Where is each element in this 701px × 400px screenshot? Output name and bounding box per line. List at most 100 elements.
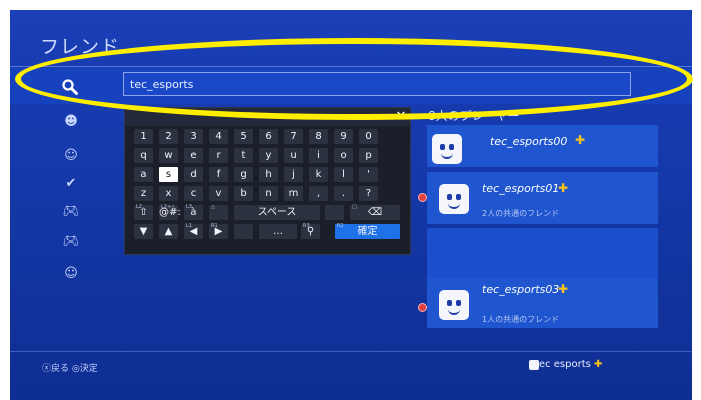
key-2[interactable]: 2 xyxy=(159,129,178,144)
key-1[interactable]: 1 xyxy=(134,129,153,144)
key-n[interactable]: n xyxy=(259,186,278,201)
key-a[interactable]: a xyxy=(134,167,153,182)
key-j[interactable]: j xyxy=(284,167,303,182)
down-key[interactable]: ▼ xyxy=(134,224,153,239)
up-key[interactable]: ▲ xyxy=(159,224,178,239)
friends-icon[interactable]: ☻ xyxy=(62,114,80,130)
blank-key[interactable] xyxy=(325,205,344,220)
ps-plus-icon: ✚ xyxy=(558,181,569,195)
gamepad-icon[interactable]: 🎮︎ xyxy=(62,204,80,220)
key-t[interactable]: t xyxy=(234,148,253,163)
key-4[interactable]: 4 xyxy=(209,129,228,144)
key-apostrophe[interactable]: ' xyxy=(359,167,378,182)
key-c[interactable]: c xyxy=(184,186,203,201)
key-hint-label: △ xyxy=(211,204,215,210)
key-hint-label: L2+△ xyxy=(161,204,176,210)
player-card[interactable]: tec_esports01 ✚ 2人の共通のフレンド xyxy=(427,172,658,224)
remove-icon[interactable] xyxy=(418,193,427,202)
player-name: tec_esports03 xyxy=(482,283,560,296)
key-7[interactable]: 7 xyxy=(284,129,303,144)
key-hint-label: R1 xyxy=(211,223,218,229)
remove-icon[interactable] xyxy=(418,303,427,312)
key-h[interactable]: h xyxy=(259,167,278,182)
key-i[interactable]: i xyxy=(309,148,328,163)
key-hint-label: L2 xyxy=(136,204,142,210)
add-friend-icon[interactable]: ☺ xyxy=(62,266,80,282)
key-label: ▼ xyxy=(139,226,148,237)
key-label: ⌫ xyxy=(367,207,383,218)
ps-plus-icon: ✚ xyxy=(594,359,603,370)
user-name: tec esports ✚ xyxy=(523,359,602,370)
player-card[interactable]: tec_esports00 ✚ xyxy=(427,125,658,167)
key-l[interactable]: l xyxy=(334,167,353,182)
key-hint-label: L1 xyxy=(186,223,192,229)
footer-hints: ⓧ戻る ◎決定 xyxy=(42,364,98,374)
key-hint-label: R3 xyxy=(303,223,310,229)
key-3[interactable]: 3 xyxy=(184,129,203,144)
player-name: tec_esports01 xyxy=(482,182,560,195)
favorite-player-icon[interactable]: ✔ xyxy=(62,176,80,192)
key-p[interactable]: p xyxy=(359,148,378,163)
key-y[interactable]: y xyxy=(259,148,278,163)
ps-plus-icon: ✚ xyxy=(575,133,586,147)
key-hint-label: R2 xyxy=(337,223,344,229)
key-comma[interactable]: , xyxy=(309,186,328,201)
highlight-ellipse xyxy=(15,38,693,120)
avatar xyxy=(432,134,462,164)
key-q[interactable]: q xyxy=(134,148,153,163)
key-6[interactable]: 6 xyxy=(259,129,278,144)
key-question[interactable]: ? xyxy=(359,186,378,201)
key-label: スペース xyxy=(257,207,297,218)
key-8[interactable]: 8 xyxy=(309,129,328,144)
key-e[interactable]: e xyxy=(184,148,203,163)
ps-plus-icon: ✚ xyxy=(558,282,569,296)
friend-request-icon[interactable]: ☺ xyxy=(62,148,80,164)
right-key[interactable]: R1 ▶ xyxy=(209,223,228,239)
voice-input-key[interactable]: R3 ⚲ xyxy=(301,223,320,239)
key-r[interactable]: r xyxy=(209,148,228,163)
player-card-empty xyxy=(427,228,658,278)
key-hint-label: L3 xyxy=(186,204,192,210)
left-key[interactable]: L1 ◀ xyxy=(184,223,203,239)
key-g[interactable]: g xyxy=(234,167,253,182)
key-u[interactable]: u xyxy=(284,148,303,163)
player-name: tec_esports00 xyxy=(490,135,568,148)
key-x[interactable]: x xyxy=(159,186,178,201)
key-s[interactable]: s xyxy=(159,167,178,182)
avatar xyxy=(439,184,469,214)
mutual-friends-label: 2人の共通のフレンド xyxy=(482,209,560,218)
backspace-key[interactable]: □ ⌫ xyxy=(350,204,400,220)
key-hint-label: □ xyxy=(352,204,357,210)
key-m[interactable]: m xyxy=(284,186,303,201)
footer-divider xyxy=(10,351,692,352)
key-k[interactable]: k xyxy=(309,167,328,182)
player-card[interactable]: tec_esports03 ✚ 1人の共通のフレンド xyxy=(427,278,658,328)
key-w[interactable]: w xyxy=(159,148,178,163)
on-screen-keyboard: ✕ 1 2 3 4 5 6 7 8 9 0 q w e r t y u i o p a s d f g h j k l ' z x c v b n m,… xyxy=(124,107,411,255)
blank-key[interactable]: △ xyxy=(209,204,228,220)
key-d[interactable]: d xyxy=(184,167,203,182)
accent-key[interactable]: L3 à xyxy=(184,204,203,220)
key-label: 確定 xyxy=(357,226,378,237)
more-key[interactable]: … xyxy=(259,224,297,239)
blank-key[interactable] xyxy=(234,224,253,239)
user-name-text: tec esports xyxy=(535,359,591,370)
key-o[interactable]: o xyxy=(334,148,353,163)
key-v[interactable]: v xyxy=(209,186,228,201)
key-label: … xyxy=(273,226,283,237)
gamepad-icon[interactable]: 🎮︎ xyxy=(62,234,80,250)
key-f[interactable]: f xyxy=(209,167,228,182)
key-9[interactable]: 9 xyxy=(334,129,353,144)
space-key[interactable]: スペース xyxy=(234,205,320,220)
key-label: ▲ xyxy=(164,226,173,237)
avatar xyxy=(439,290,469,320)
key-z[interactable]: z xyxy=(134,186,153,201)
mutual-friends-label: 1人の共通のフレンド xyxy=(482,315,560,324)
key-0[interactable]: 0 xyxy=(359,129,378,144)
key-b[interactable]: b xyxy=(234,186,253,201)
shift-key[interactable]: L2 ⇧ xyxy=(134,204,153,220)
key-period[interactable]: . xyxy=(334,186,353,201)
key-5[interactable]: 5 xyxy=(234,129,253,144)
confirm-key[interactable]: R2 確定 xyxy=(335,223,400,239)
symbols-key[interactable]: L2+△ @#: xyxy=(159,204,181,220)
